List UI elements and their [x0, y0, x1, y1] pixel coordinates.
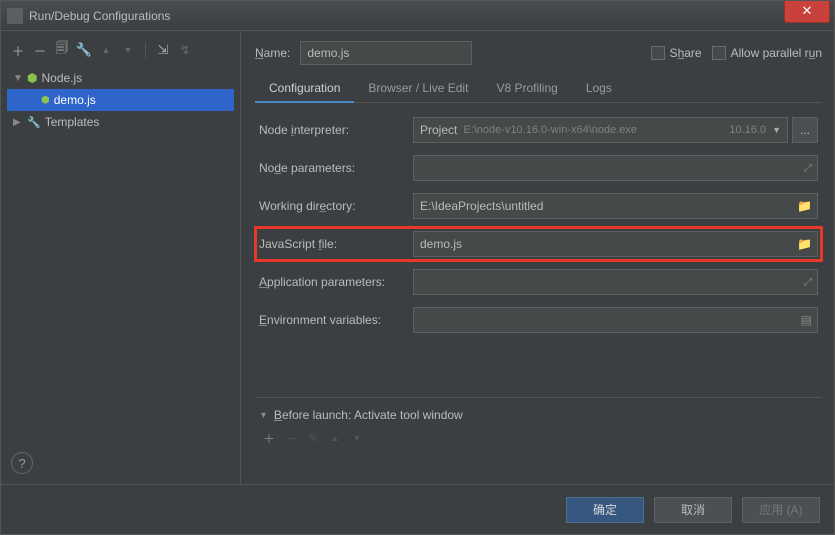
window-title: Run/Debug Configurations — [29, 9, 784, 23]
parallel-label: Allow parallel run — [731, 46, 822, 60]
list-icon[interactable]: ▤ — [801, 313, 812, 327]
tree-label: Templates — [45, 115, 100, 129]
nodejs-icon: ⬢ — [27, 71, 37, 85]
main-area: ＋ － 🗐 🔧 ▲ ▼ ⇲ ↯ ▼ ⬢ Node.js ⬢ demo.js ▶ … — [1, 31, 834, 484]
before-launch-toolbar: ＋ － ✎ ▲ ▼ — [259, 430, 818, 446]
row-working-dir: Working directory: 📁 — [259, 193, 818, 219]
toolbar-sep — [145, 42, 146, 58]
copy-button[interactable]: 🗐 — [53, 41, 71, 59]
up-button[interactable]: ▲ — [97, 41, 115, 59]
extra-button-1[interactable]: ⇲ — [154, 41, 172, 59]
input-node-params[interactable] — [413, 155, 818, 181]
folder-icon[interactable]: 📁 — [797, 199, 812, 213]
name-input[interactable] — [300, 41, 472, 65]
name-label: Name: — [255, 46, 290, 60]
apply-button[interactable]: 应用 (A) — [742, 497, 820, 523]
wrench-icon: 🔧 — [27, 116, 41, 129]
tree-label: Node.js — [41, 71, 82, 85]
tree-label: demo.js — [54, 93, 96, 107]
bl-edit-button[interactable]: ✎ — [305, 430, 321, 446]
field-node-interpreter: Project E:\node-v10.16.0-win-x64\node.ex… — [413, 117, 818, 143]
close-button[interactable]: ✕ — [784, 1, 830, 23]
caret-right-icon: ▶ — [13, 117, 23, 128]
before-launch-section: ▼ Before launch: Activate tool window ＋ … — [255, 398, 822, 456]
detail-panel: Name: Share Allow parallel run Configura… — [241, 31, 834, 484]
row-app-params: Application parameters: ⤢ — [259, 269, 818, 295]
caret-down-icon: ▼ — [259, 410, 268, 420]
parallel-checkbox-wrap[interactable]: Allow parallel run — [712, 46, 822, 60]
interpreter-browse-button[interactable]: ... — [792, 117, 818, 143]
footer: 确定 取消 应用 (A) — [1, 484, 834, 534]
interpreter-select[interactable]: Project E:\node-v10.16.0-win-x64\node.ex… — [413, 117, 788, 143]
sidebar-toolbar: ＋ － 🗐 🔧 ▲ ▼ ⇲ ↯ — [7, 37, 234, 67]
share-checkbox[interactable] — [651, 46, 665, 60]
row-env-vars: Environment variables: ▤ — [259, 307, 818, 333]
bl-down-button[interactable]: ▼ — [349, 430, 365, 446]
input-app-params[interactable] — [413, 269, 818, 295]
input-env-vars[interactable] — [413, 307, 818, 333]
input-working-dir[interactable] — [413, 193, 818, 219]
expand-icon[interactable]: ⤢ — [804, 277, 812, 288]
share-checkbox-wrap[interactable]: Share — [651, 46, 702, 60]
input-js-file[interactable] — [413, 231, 818, 257]
nodejs-icon: ⬢ — [41, 95, 50, 106]
settings-button[interactable]: 🔧 — [75, 41, 93, 59]
parallel-checkbox[interactable] — [712, 46, 726, 60]
titlebar: Run/Debug Configurations ✕ — [1, 1, 834, 31]
tab-logs[interactable]: Logs — [572, 75, 626, 103]
remove-button[interactable]: － — [31, 41, 49, 59]
caret-down-icon: ▼ — [13, 73, 23, 84]
app-icon — [7, 8, 23, 24]
before-launch-header[interactable]: ▼ Before launch: Activate tool window — [259, 408, 818, 422]
bl-add-button[interactable]: ＋ — [261, 430, 277, 446]
interp-path: E:\node-v10.16.0-win-x64\node.exe — [463, 124, 723, 136]
name-row: Name: Share Allow parallel run — [255, 41, 822, 65]
interp-version: 10.16.0 — [729, 124, 766, 136]
label-app-params: Application parameters: — [259, 275, 413, 289]
extra-button-2[interactable]: ↯ — [176, 41, 194, 59]
tab-browser[interactable]: Browser / Live Edit — [354, 75, 482, 103]
label-node-params: Node parameters: — [259, 161, 413, 175]
label-js-file: JavaScript file: — [259, 237, 413, 251]
cancel-button[interactable]: 取消 — [654, 497, 732, 523]
folder-icon[interactable]: 📁 — [797, 237, 812, 251]
tree-node-templates[interactable]: ▶ 🔧 Templates — [7, 111, 234, 133]
bl-remove-button[interactable]: － — [283, 430, 299, 446]
chevron-down-icon: ▼ — [772, 125, 781, 135]
tab-v8[interactable]: V8 Profiling — [482, 75, 571, 103]
tabs: Configuration Browser / Live Edit V8 Pro… — [255, 75, 822, 103]
row-js-file: JavaScript file: 📁 — [259, 231, 818, 257]
config-tree: ▼ ⬢ Node.js ⬢ demo.js ▶ 🔧 Templates — [7, 67, 234, 444]
ok-button[interactable]: 确定 — [566, 497, 644, 523]
interp-project: Project — [420, 123, 457, 137]
label-node-interpreter: Node interpreter: — [259, 123, 413, 137]
tree-node-demo[interactable]: ⬢ demo.js — [7, 89, 234, 111]
share-label: Share — [670, 46, 702, 60]
row-node-params: Node parameters: ⤢ — [259, 155, 818, 181]
config-form: Node interpreter: Project E:\node-v10.16… — [255, 103, 822, 398]
bl-up-button[interactable]: ▲ — [327, 430, 343, 446]
row-node-interpreter: Node interpreter: Project E:\node-v10.16… — [259, 117, 818, 143]
expand-icon[interactable]: ⤢ — [804, 163, 812, 174]
close-icon: ✕ — [802, 3, 813, 19]
sidebar: ＋ － 🗐 🔧 ▲ ▼ ⇲ ↯ ▼ ⬢ Node.js ⬢ demo.js ▶ … — [1, 31, 241, 484]
down-button[interactable]: ▼ — [119, 41, 137, 59]
tree-node-nodejs[interactable]: ▼ ⬢ Node.js — [7, 67, 234, 89]
label-env-vars: Environment variables: — [259, 313, 413, 327]
tab-configuration[interactable]: Configuration — [255, 75, 354, 103]
add-button[interactable]: ＋ — [9, 41, 27, 59]
help-button[interactable]: ? — [11, 452, 33, 474]
label-working-dir: Working directory: — [259, 199, 413, 213]
